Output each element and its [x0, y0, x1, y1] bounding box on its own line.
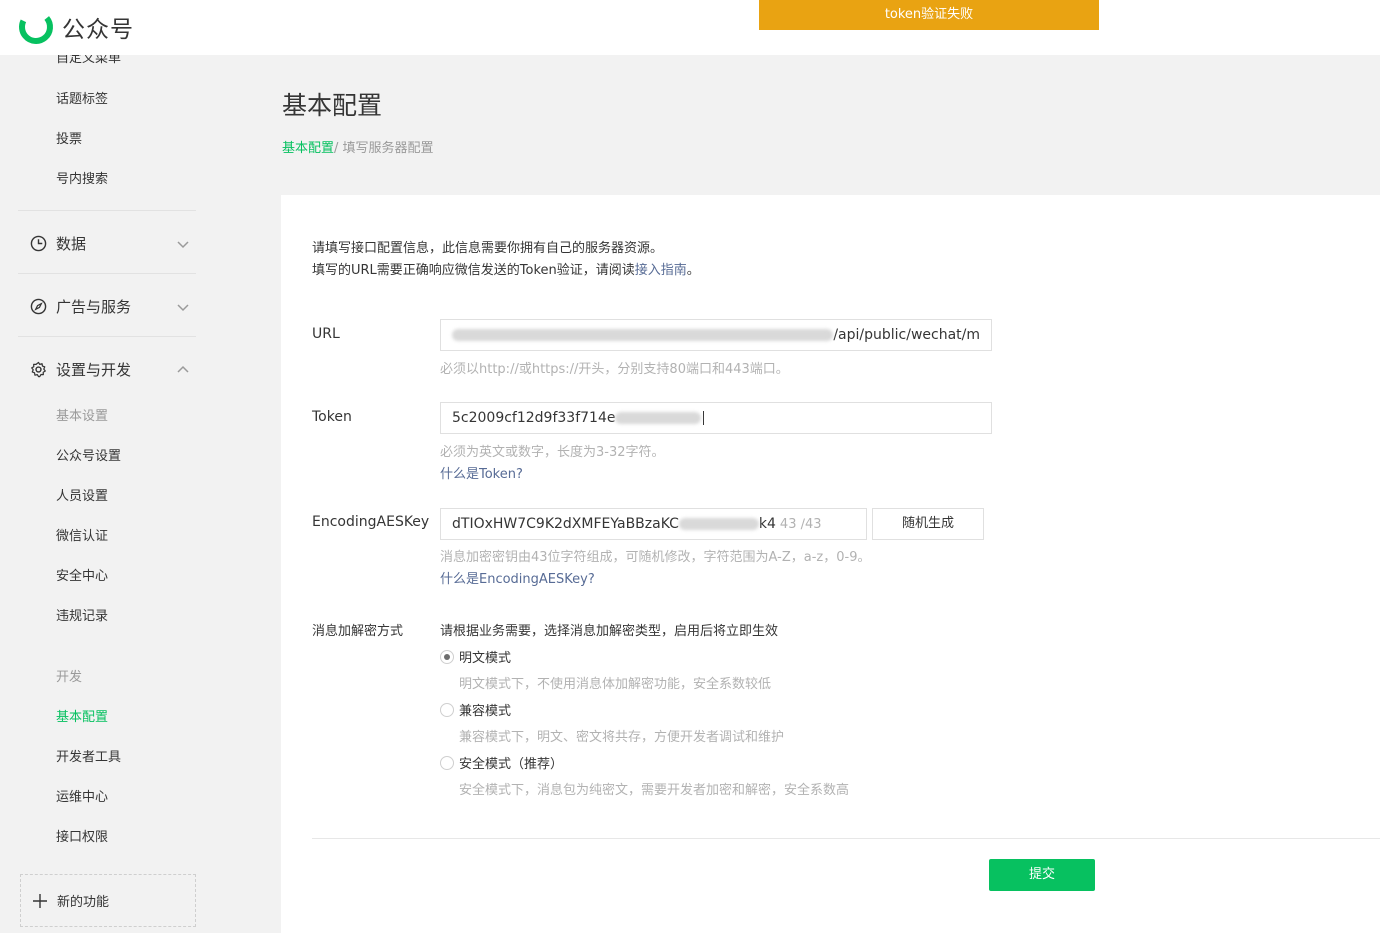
- token-hint: 必须为英文或数字，长度为3-32字符。: [440, 445, 665, 460]
- intro-line-2-text: 填写的URL需要正确响应微信发送的Token验证，请阅读: [312, 263, 635, 278]
- page-title: 基本配置: [282, 91, 383, 120]
- wechat-official-logo-icon: [19, 10, 53, 44]
- url-label: URL: [312, 326, 340, 342]
- sidebar: 自定义菜单 话题标签 投票 号内搜索 数据 广告与服务 设置与开发 基本设置 公…: [0, 55, 218, 933]
- radio-plaintext-mode[interactable]: 明文模式: [440, 647, 511, 666]
- sidebar-section-basic-settings: 基本设置: [56, 409, 109, 424]
- radio-button[interactable]: [440, 755, 454, 770]
- app-name: 公众号: [62, 17, 134, 43]
- new-feature-button[interactable]: 新的功能: [20, 874, 196, 927]
- radio-button[interactable]: [440, 702, 454, 717]
- breadcrumb: 基本配置/ 填写服务器配置: [282, 137, 434, 156]
- sidebar-group-label: 广告与服务: [56, 298, 132, 316]
- form-divider: [312, 838, 1380, 839]
- radio-secure-mode[interactable]: 安全模式（推荐）: [440, 753, 563, 772]
- sidebar-item-vote[interactable]: 投票: [56, 128, 82, 147]
- sidebar-group-label: 数据: [56, 235, 87, 253]
- new-feature-label: 新的功能: [57, 895, 110, 910]
- sidebar-section-development: 开发: [56, 670, 83, 685]
- submit-button[interactable]: 提交: [989, 859, 1095, 891]
- aes-key-input[interactable]: dTIOxHW7C9K2dXMFEYaBBzaKC k4 43 ∕43: [440, 508, 867, 540]
- breadcrumb-separator: /: [334, 141, 343, 156]
- chevron-up-icon: [177, 365, 189, 373]
- aes-key-value-end: k4: [758, 516, 776, 532]
- breadcrumb-link-basic-config[interactable]: 基本配置: [282, 141, 334, 156]
- sidebar-item-search[interactable]: 号内搜索: [56, 168, 108, 187]
- radio-button-checked[interactable]: [440, 649, 454, 664]
- what-is-token-link[interactable]: 什么是Token?: [440, 463, 523, 482]
- encryption-mode-description: 请根据业务需要，选择消息加解密类型，启用后将立即生效: [440, 624, 779, 639]
- redacted-text: [678, 518, 759, 530]
- redacted-text: [615, 412, 702, 424]
- intro-line-2: 填写的URL需要正确响应微信发送的Token验证，请阅读接入指南。: [312, 260, 700, 282]
- sidebar-group-label: 设置与开发: [56, 361, 132, 379]
- url-input[interactable]: /api/public/wechat/m: [440, 319, 992, 351]
- sidebar-group-settings[interactable]: 设置与开发: [30, 359, 190, 380]
- sidebar-item-security-center[interactable]: 安全中心: [56, 565, 108, 584]
- chart-clock-icon: [30, 235, 47, 252]
- sidebar-item-wechat-verification[interactable]: 微信认证: [56, 525, 108, 544]
- token-label: Token: [312, 409, 352, 425]
- sidebar-item-ops-center[interactable]: 运维中心: [56, 786, 108, 805]
- redacted-text: [452, 329, 834, 341]
- app-logo[interactable]: 公众号: [18, 9, 134, 45]
- aes-key-value-start: dTIOxHW7C9K2dXMFEYaBBzaKC: [452, 516, 679, 532]
- chevron-down-icon: [177, 303, 189, 311]
- intro-line-1: 请填写接口配置信息，此信息需要你拥有自己的服务器资源。: [312, 241, 664, 256]
- chevron-down-icon: [177, 240, 189, 248]
- sidebar-item-basic-config[interactable]: 基本配置: [56, 706, 108, 725]
- sidebar-item-topic-tags[interactable]: 话题标签: [56, 88, 108, 107]
- sidebar-item-custom-menu[interactable]: 自定义菜单: [56, 55, 121, 66]
- radio-label: 明文模式: [459, 651, 512, 666]
- compass-icon: [30, 298, 47, 315]
- sidebar-group-ads[interactable]: 广告与服务: [30, 296, 190, 317]
- url-value: /api/public/wechat/m: [833, 327, 980, 343]
- sidebar-item-staff-settings[interactable]: 人员设置: [56, 485, 108, 504]
- top-bar: 公众号 token验证失败: [0, 0, 1380, 55]
- sidebar-divider: [18, 273, 196, 274]
- sidebar-divider: [18, 210, 196, 211]
- secure-mode-desc: 安全模式下，消息包为纯密文，需要开发者加密和解密，安全系数高: [459, 783, 850, 798]
- radio-label: 兼容模式: [459, 704, 512, 719]
- aes-key-label: EncodingAESKey: [312, 514, 430, 530]
- aes-key-char-count: 43 ∕43: [779, 516, 822, 532]
- plaintext-mode-desc: 明文模式下，不使用消息体加解密功能，安全系数较低: [459, 677, 772, 692]
- intro-line-2-end: 。: [686, 263, 700, 278]
- radio-compatible-mode[interactable]: 兼容模式: [440, 700, 511, 719]
- what-is-aes-key-link[interactable]: 什么是EncodingAESKey?: [440, 568, 595, 587]
- plus-icon: [33, 893, 47, 908]
- sidebar-item-violation-records[interactable]: 违规记录: [56, 605, 108, 624]
- encryption-mode-label: 消息加解密方式: [312, 624, 404, 639]
- gear-icon: [31, 361, 46, 378]
- sidebar-item-developer-tools[interactable]: 开发者工具: [56, 746, 121, 765]
- sidebar-group-data[interactable]: 数据: [30, 233, 190, 254]
- radio-label: 安全模式（推荐）: [459, 757, 564, 772]
- breadcrumb-current: 填写服务器配置: [342, 141, 434, 156]
- error-toast: token验证失败: [759, 0, 1099, 30]
- sidebar-divider: [18, 336, 196, 337]
- sidebar-item-account-settings[interactable]: 公众号设置: [56, 445, 121, 464]
- sidebar-item-api-permissions[interactable]: 接口权限: [56, 826, 108, 845]
- token-value: 5c2009cf12d9f33f714e: [452, 410, 616, 426]
- aes-key-hint: 消息加密密钥由43位字符组成，可随机修改，字符范围为A-Z，a-z，0-9。: [440, 550, 871, 565]
- intro-text: 请填写接口配置信息，此信息需要你拥有自己的服务器资源。 填写的URL需要正确响应…: [312, 238, 700, 282]
- token-input[interactable]: 5c2009cf12d9f33f714e: [440, 402, 992, 434]
- compatible-mode-desc: 兼容模式下，明文、密文将共存，方便开发者调试和维护: [459, 730, 785, 745]
- random-generate-button[interactable]: 随机生成: [872, 508, 984, 540]
- access-guide-link[interactable]: 接入指南: [635, 263, 687, 278]
- url-hint: 必须以http://或https://开头，分别支持80端口和443端口。: [440, 362, 789, 377]
- server-config-panel: 请填写接口配置信息，此信息需要你拥有自己的服务器资源。 填写的URL需要正确响应…: [281, 195, 1380, 933]
- text-cursor: [703, 411, 705, 425]
